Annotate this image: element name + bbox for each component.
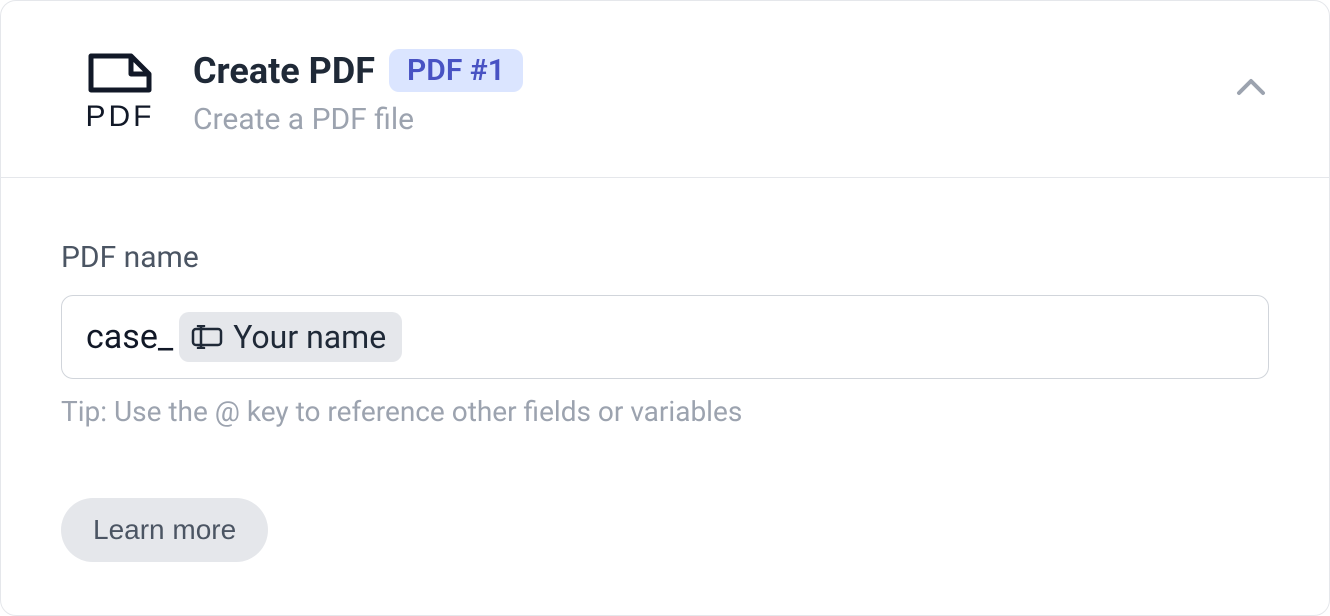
variable-chip[interactable]: Your name	[179, 312, 402, 362]
learn-more-button[interactable]: Learn more	[61, 498, 268, 562]
input-field-icon	[191, 325, 223, 349]
input-tip: Tip: Use the @ key to reference other fi…	[61, 395, 1269, 428]
step-title: Create PDF	[193, 50, 375, 92]
chevron-up-icon	[1233, 69, 1269, 105]
input-text-prefix: case_	[86, 317, 173, 357]
variable-chip-label: Your name	[233, 318, 386, 356]
pdf-icon: PDF	[79, 52, 161, 134]
step-header: PDF Create PDF PDF #1 Create a PDF file	[1, 1, 1329, 178]
step-subtitle: Create a PDF file	[193, 102, 523, 137]
pdf-step-card: PDF Create PDF PDF #1 Create a PDF file …	[0, 0, 1330, 616]
step-body: PDF name case_ Your name Tip: Use the @ …	[1, 178, 1329, 562]
collapse-toggle[interactable]	[1233, 69, 1269, 109]
pdf-name-label: PDF name	[61, 240, 1269, 275]
step-badge: PDF #1	[389, 49, 523, 92]
svg-text:PDF: PDF	[86, 100, 155, 133]
pdf-name-input[interactable]: case_ Your name	[61, 295, 1269, 379]
header-text: Create PDF PDF #1 Create a PDF file	[193, 49, 523, 137]
title-row: Create PDF PDF #1	[193, 49, 523, 92]
